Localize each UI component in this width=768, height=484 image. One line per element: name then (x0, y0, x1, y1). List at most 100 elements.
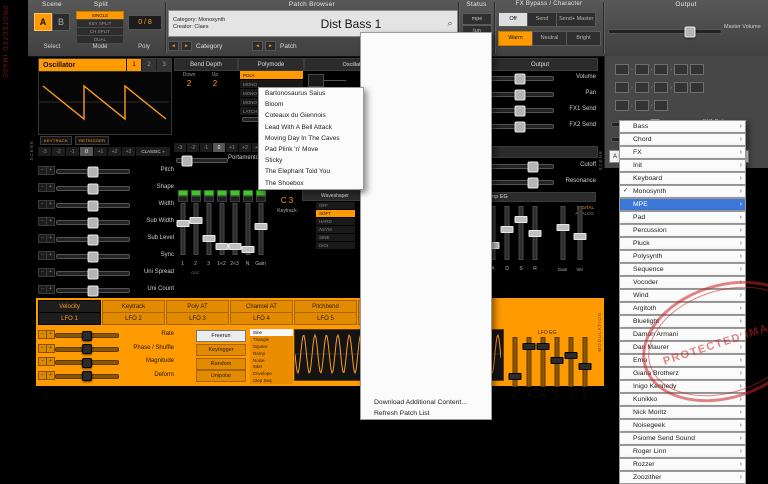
lfo-shape-option[interactable]: S&H (250, 363, 293, 371)
octave-cell[interactable]: +2 (108, 147, 121, 156)
solo-led[interactable] (216, 196, 227, 202)
fx-node[interactable] (654, 82, 669, 93)
slider-handle[interactable] (87, 234, 99, 245)
character-option[interactable]: Neutral (532, 31, 567, 46)
increment-button[interactable]: + (46, 166, 55, 175)
submenu-item[interactable]: Coteaux du Giennois (259, 110, 363, 121)
mixer-fader[interactable]: 2<3 (228, 203, 241, 267)
submenu-item[interactable]: Moving Day In The Caves (259, 133, 363, 144)
slider-handle[interactable] (684, 26, 696, 37)
menu-item[interactable]: ✓ Polysynth › (619, 250, 746, 263)
mixer-fader[interactable]: 1 (176, 203, 189, 267)
mixer-fader[interactable]: 1<2 (215, 203, 228, 267)
lfo-shape-option[interactable]: Envelope (250, 370, 293, 378)
menu-item[interactable]: ✓ Roger Linn › (619, 445, 746, 458)
submenu-item[interactable]: Lead With A Bell Attack (259, 122, 363, 133)
eg-fader[interactable]: H (536, 337, 550, 399)
waveshaper-option[interactable]: OFF (316, 202, 355, 209)
fx-node[interactable] (674, 64, 689, 75)
menu-item[interactable]: ✓ Init › (619, 159, 746, 172)
mixer-fader[interactable]: 3 (202, 203, 215, 267)
increment-button[interactable]: + (46, 217, 55, 226)
menu-item[interactable]: ✓ Noisegeek › (619, 419, 746, 432)
octave-cell[interactable]: 0 (213, 143, 225, 152)
fader-handle[interactable] (522, 343, 536, 350)
menu-item[interactable]: ✓ Giana Brotherz › (619, 367, 746, 380)
master-volume-slider[interactable] (608, 26, 722, 37)
slider-track[interactable] (486, 89, 554, 100)
slider-handle[interactable] (87, 217, 99, 228)
fader-handle[interactable] (528, 230, 542, 237)
fader-handle[interactable] (573, 233, 586, 240)
octave-cell[interactable]: -3 (174, 143, 186, 152)
increment-button[interactable]: + (46, 285, 55, 294)
fx-node[interactable] (634, 82, 649, 93)
fx-bypass-option[interactable]: Send (527, 12, 557, 27)
octave-cell[interactable]: -2 (52, 147, 65, 156)
increment-button[interactable]: + (46, 357, 55, 366)
menu-item[interactable]: ✓ Argitoth › (619, 302, 746, 315)
oscillator-tab[interactable]: 2 (141, 59, 156, 71)
octave-cell[interactable]: -1 (200, 143, 212, 152)
fx-node[interactable] (654, 100, 669, 111)
lfo-shape-option[interactable]: Step Seq (250, 377, 293, 385)
waveshaper-option[interactable]: ASYM (316, 226, 355, 233)
submenu-item[interactable]: Bloom (259, 99, 363, 110)
increment-button[interactable]: + (46, 234, 55, 243)
slider-track[interactable] (55, 357, 119, 368)
lfo-shape-option[interactable]: Sine (250, 329, 293, 336)
fader-handle[interactable] (556, 224, 569, 231)
lfo-shape-option[interactable]: Noise (250, 356, 293, 364)
octave-cell[interactable]: +1 (94, 147, 107, 156)
fader-handle[interactable] (500, 226, 514, 233)
unipolar-button[interactable]: Unipolar (196, 370, 246, 382)
octave-cell[interactable]: 0 (80, 147, 93, 156)
fader-handle[interactable] (564, 352, 578, 359)
slider-handle[interactable] (87, 183, 99, 194)
lfo-trigger-option[interactable]: Freerun (196, 330, 246, 342)
waveshaper-option[interactable]: DIGI (316, 242, 355, 249)
solo-led[interactable] (177, 196, 188, 202)
waveshaper-option[interactable]: SOFT (316, 210, 355, 217)
menu-item[interactable]: ✓ Keyboard › (619, 172, 746, 185)
eg-fader[interactable]: S (514, 206, 528, 272)
submenu-item[interactable]: Sticky (259, 155, 363, 166)
menu-item[interactable]: ✓ Refresh Patch List › (361, 408, 491, 419)
slider-handle[interactable] (514, 105, 526, 116)
fx-node[interactable] (690, 82, 705, 93)
slider-track[interactable] (56, 166, 130, 177)
solo-led[interactable] (203, 196, 214, 202)
fader-handle[interactable] (254, 223, 267, 230)
fx-bypass-option[interactable]: Send+ Master (556, 12, 597, 27)
bend-up-value[interactable]: 2 (202, 79, 228, 88)
fader-track[interactable] (568, 337, 574, 387)
slider-handle[interactable] (514, 121, 526, 132)
solo-led[interactable] (190, 196, 201, 202)
fader-handle[interactable] (202, 235, 215, 242)
retrigger-button[interactable]: RETRIGGER (74, 136, 110, 145)
octave-cell[interactable]: +3 (122, 147, 135, 156)
scene-mode-option[interactable]: DUAL (76, 35, 124, 44)
slider-track[interactable] (55, 344, 119, 354)
fader-track[interactable] (518, 206, 524, 260)
slider-track[interactable] (486, 121, 554, 132)
keytrack-button[interactable]: KEYTRACK (40, 136, 72, 145)
waveshaper-option[interactable]: SINE (316, 234, 355, 241)
portamento-slider[interactable] (176, 155, 228, 166)
menu-item[interactable]: ✓ Psiome Send Sound › (619, 432, 746, 445)
fx-node[interactable] (634, 64, 649, 75)
octave-cell[interactable]: -1 (66, 147, 79, 156)
octave-cell[interactable]: +1 (226, 143, 238, 152)
scene-b-button[interactable]: B (52, 13, 70, 31)
submenu-item[interactable]: The Elephant Told You (259, 166, 363, 177)
slider-handle[interactable] (527, 161, 539, 172)
waveshaper-option[interactable]: HARD (316, 218, 355, 225)
lfo-trigger-option[interactable]: Keytrigger (196, 344, 246, 356)
slider-handle[interactable] (514, 73, 526, 84)
eg-fader[interactable]: D (508, 337, 522, 399)
octave-cell[interactable]: -2 (187, 143, 199, 152)
lfo-tab-button[interactable]: LFO 1 (38, 312, 101, 325)
slider-track[interactable] (56, 183, 130, 194)
submenu-item[interactable]: Bartonosaurus Saius (259, 88, 363, 99)
slider-track[interactable] (56, 285, 130, 296)
